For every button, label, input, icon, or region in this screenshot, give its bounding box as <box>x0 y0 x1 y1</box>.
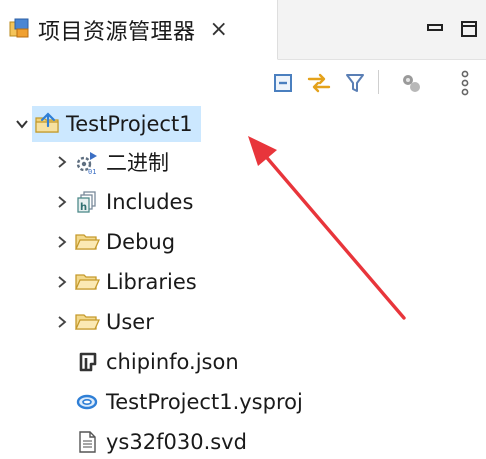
minimize-icon[interactable] <box>418 14 452 44</box>
tree-item-label: Includes <box>106 190 194 214</box>
project-explorer-tab[interactable]: 项目资源管理器 × <box>0 0 278 60</box>
maximize-icon[interactable] <box>452 14 486 44</box>
toolbar-separator <box>378 70 379 94</box>
chevron-right-icon[interactable] <box>52 264 72 300</box>
project-file-icon <box>72 384 102 420</box>
link-with-editor-icon[interactable] <box>304 68 334 98</box>
svg-text:h: h <box>80 202 87 213</box>
settings-icon[interactable] <box>396 68 426 98</box>
view-actions <box>418 14 486 44</box>
tree-item-label: User <box>106 310 154 334</box>
tree-item-includes[interactable]: h Includes <box>52 184 193 220</box>
selected-root-highlight: TestProject1 <box>32 106 201 142</box>
tree-item-label: Debug <box>106 230 176 254</box>
tree-item-label: 二进制 <box>106 151 169 175</box>
tree-item-chipinfo-json[interactable]: chipinfo.json <box>72 344 239 380</box>
tree-item-label: chipinfo.json <box>106 350 239 374</box>
tree-item-binaries[interactable]: 01 二进制 <box>52 144 169 180</box>
tree-item-testproject1[interactable]: TestProject1 <box>12 106 201 142</box>
view-menu-icon[interactable] <box>454 68 476 98</box>
tree-item-debug[interactable]: Debug <box>52 224 175 260</box>
tree-item-label: TestProject1.ysproj <box>106 390 303 414</box>
tree-item-label: Libraries <box>106 270 197 294</box>
svg-text:01: 01 <box>88 168 96 175</box>
collapse-all-icon[interactable] <box>268 68 298 98</box>
view-title: 项目资源管理器 <box>38 19 196 45</box>
project-explorer-icon <box>8 17 30 43</box>
tree-item-label: ys32f030.svd <box>106 430 247 454</box>
folder-icon <box>72 304 102 340</box>
includes-icon: h <box>72 184 102 220</box>
chevron-right-icon[interactable] <box>52 144 72 180</box>
tree-item-label: TestProject1 <box>66 112 193 136</box>
tree-item-libraries[interactable]: Libraries <box>52 264 197 300</box>
text-file-icon <box>72 424 102 459</box>
project-folder-icon <box>32 106 62 142</box>
view-tab-bar: 项目资源管理器 × <box>0 0 486 60</box>
tree-item-svd[interactable]: ys32f030.svd <box>72 424 247 459</box>
view-toolbar <box>0 60 486 104</box>
chevron-right-icon[interactable] <box>52 304 72 340</box>
tree-item-user[interactable]: User <box>52 304 154 340</box>
folder-icon <box>72 224 102 260</box>
folder-icon <box>72 264 102 300</box>
close-icon[interactable]: × <box>210 17 228 42</box>
binaries-icon: 01 <box>72 144 102 180</box>
filter-icon[interactable] <box>340 68 370 98</box>
chevron-down-icon[interactable] <box>12 106 32 142</box>
chevron-right-icon[interactable] <box>52 224 72 260</box>
tree-item-ysproj[interactable]: TestProject1.ysproj <box>72 384 303 420</box>
json-file-icon <box>72 344 102 380</box>
chevron-right-icon[interactable] <box>52 184 72 220</box>
